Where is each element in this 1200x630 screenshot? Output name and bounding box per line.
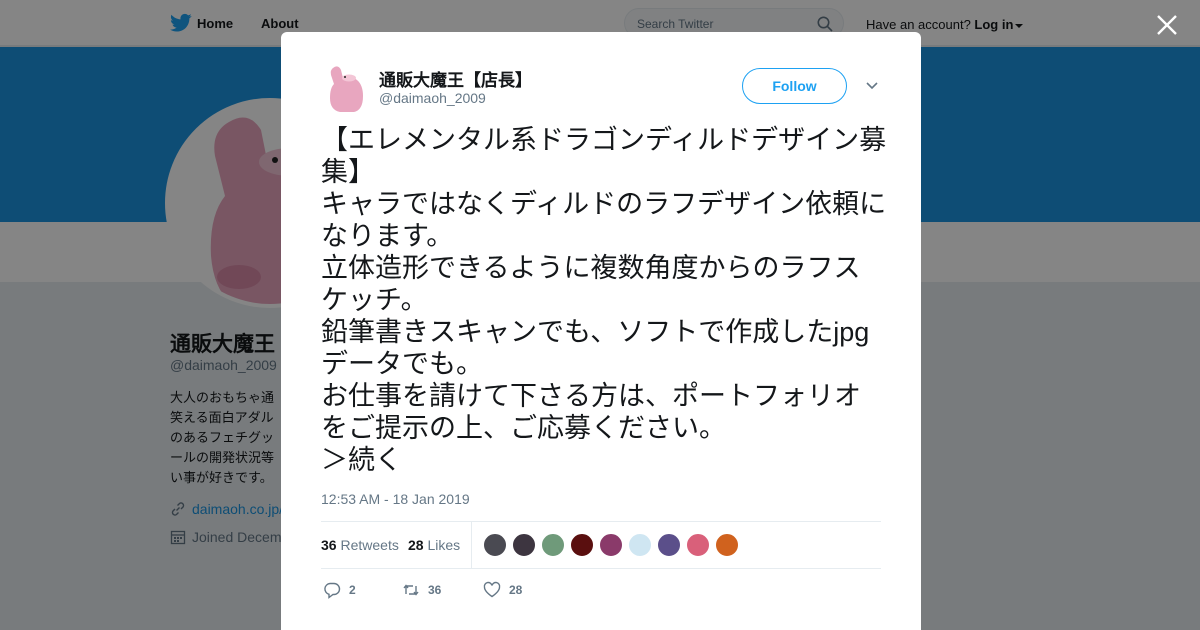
retweet-stat[interactable]: 36 Retweets [321, 537, 399, 553]
follow-button[interactable]: Follow [742, 68, 847, 104]
retweet-count: 36 [321, 537, 337, 553]
liker-avatar[interactable] [570, 533, 594, 557]
retweet-button[interactable]: 36 [402, 581, 441, 599]
like-count: 28 [408, 537, 424, 553]
liker-avatar[interactable] [657, 533, 681, 557]
author-name[interactable]: 通販大魔王【店長】 [379, 66, 532, 91]
tweet-stats: 36 Retweets 28 Likes [321, 521, 881, 569]
liker-avatar[interactable] [715, 533, 739, 557]
liker-avatar[interactable] [686, 533, 710, 557]
author-handle[interactable]: @daimaoh_2009 [379, 90, 486, 106]
close-icon[interactable] [1154, 12, 1180, 38]
tweet-text: 【エレメンタル系ドラゴンディルドデザイン募集】 キャラではなくディルドのラフデザ… [321, 125, 887, 475]
like-button[interactable]: 28 [483, 581, 522, 599]
like-action-count: 28 [509, 583, 523, 597]
chevron-down-icon[interactable] [865, 80, 879, 92]
liker-avatar[interactable] [541, 533, 565, 557]
liker-avatar[interactable] [483, 533, 507, 557]
liker-avatar[interactable] [599, 533, 623, 557]
like-stat[interactable]: 28 Likes [408, 537, 460, 553]
heart-icon [483, 581, 501, 598]
reply-count: 2 [349, 583, 356, 597]
tweet-timestamp[interactable]: 12:53 AM - 18 Jan 2019 [321, 491, 470, 507]
reply-icon [324, 582, 341, 599]
retweet-action-count: 36 [428, 583, 442, 597]
retweet-stat-label: Retweets [340, 537, 399, 553]
retweet-icon [403, 584, 419, 596]
liker-avatar[interactable] [628, 533, 652, 557]
reply-button[interactable]: 2 [323, 581, 356, 599]
like-stat-label: Likes [427, 537, 461, 553]
author-avatar[interactable] [321, 62, 369, 114]
stats-divider [471, 522, 472, 568]
tweet-modal: 通販大魔王【店長】 @daimaoh_2009 Follow 【エレメンタル系ド… [281, 32, 921, 630]
liker-avatar[interactable] [512, 533, 536, 557]
tweet-actions: 2 36 28 [321, 581, 881, 601]
